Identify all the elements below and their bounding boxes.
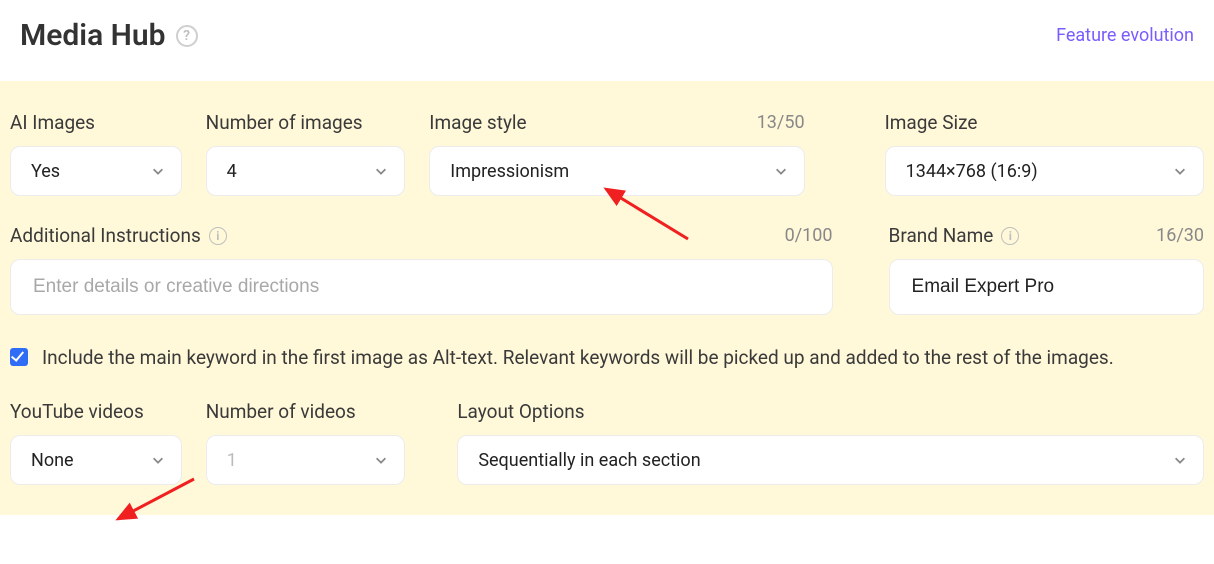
ai-images-label: AI Images <box>10 111 95 134</box>
ai-images-select[interactable]: Yes <box>10 146 182 196</box>
youtube-value: None <box>31 450 74 471</box>
info-icon[interactable]: i <box>209 227 227 245</box>
layout-select[interactable]: Sequentially in each section <box>457 435 1204 485</box>
youtube-label: YouTube videos <box>10 400 144 423</box>
alt-text-checkbox[interactable] <box>10 348 28 366</box>
num-images-select[interactable]: 4 <box>206 146 406 196</box>
youtube-select[interactable]: None <box>10 435 182 485</box>
info-icon[interactable]: i <box>1001 227 1019 245</box>
image-size-select[interactable]: 1344×768 (16:9) <box>885 146 1204 196</box>
chevron-down-icon <box>774 164 788 178</box>
chevron-down-icon <box>151 453 165 467</box>
chevron-down-icon <box>1173 164 1187 178</box>
chevron-down-icon <box>374 453 388 467</box>
alt-text-label: Include the main keyword in the first im… <box>42 343 1114 372</box>
help-icon[interactable]: ? <box>176 25 198 47</box>
image-size-label: Image Size <box>885 111 978 134</box>
page-title: Media Hub <box>20 18 166 53</box>
brand-counter: 16/30 <box>1156 225 1204 246</box>
feature-evolution-link[interactable]: Feature evolution <box>1056 25 1194 46</box>
instructions-input[interactable] <box>10 259 833 315</box>
num-images-label: Number of images <box>206 111 363 134</box>
instructions-counter: 0/100 <box>785 225 833 246</box>
layout-label: Layout Options <box>457 400 584 423</box>
num-videos-label: Number of videos <box>206 400 356 423</box>
image-style-value: Impressionism <box>450 161 569 182</box>
chevron-down-icon <box>374 164 388 178</box>
num-images-value: 4 <box>227 161 237 182</box>
chevron-down-icon <box>151 164 165 178</box>
chevron-down-icon <box>1173 453 1187 467</box>
image-style-counter: 13/50 <box>757 112 805 133</box>
brand-label: Brand Name i <box>889 224 1020 247</box>
ai-images-value: Yes <box>31 161 60 182</box>
instructions-label: Additional Instructions i <box>10 224 227 247</box>
num-videos-value: 1 <box>227 450 237 471</box>
image-size-value: 1344×768 (16:9) <box>906 161 1038 182</box>
image-style-select[interactable]: Impressionism <box>429 146 804 196</box>
image-style-label: Image style <box>429 111 526 134</box>
layout-value: Sequentially in each section <box>478 450 700 471</box>
brand-input[interactable] <box>889 259 1204 315</box>
num-videos-select: 1 <box>206 435 406 485</box>
